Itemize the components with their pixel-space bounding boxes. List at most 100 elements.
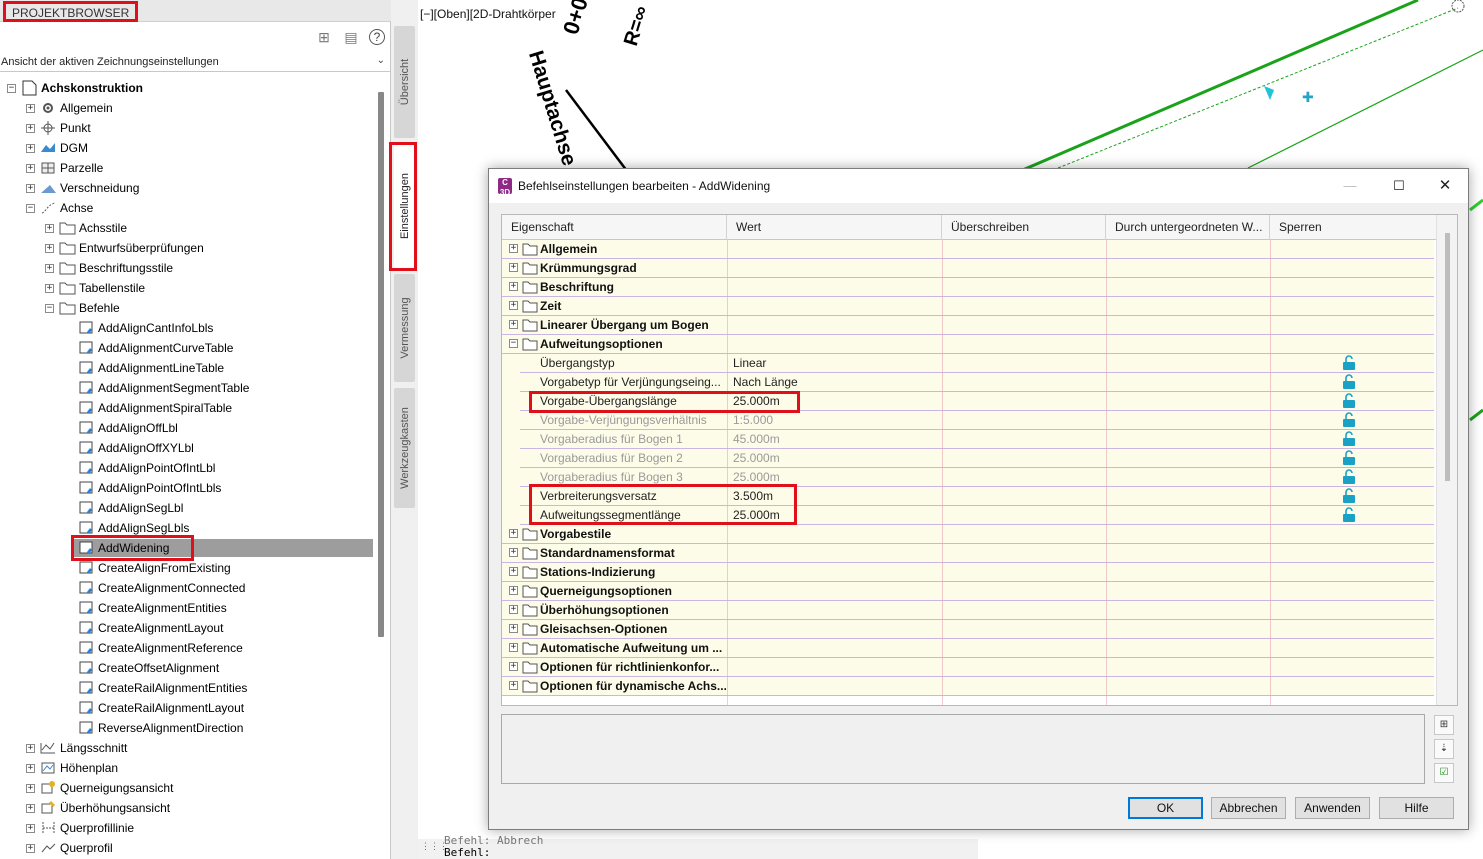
tree-root-achskonstruktion[interactable]: − Achskonstruktion [0, 78, 378, 98]
expand-toggle-icon[interactable]: + [509, 643, 518, 652]
tree-command-createoffsetalignment[interactable]: CreateOffsetAlignment [0, 658, 378, 678]
column-untergeordnet[interactable]: Durch untergeordneten W... [1106, 215, 1270, 240]
grid-scroll-thumb[interactable] [1445, 233, 1450, 481]
tree-item-achse[interactable]: − Achse [0, 198, 378, 218]
tree-command-createalignfromexisting[interactable]: CreateAlignFromExisting [0, 558, 378, 578]
tree-item-allgemein[interactable]: + Allgemein [0, 98, 378, 118]
expand-toggle-icon[interactable]: + [26, 844, 35, 853]
tree-command-createalignmententities[interactable]: CreateAlignmentEntities [0, 598, 378, 618]
property-value[interactable]: Nach Länge [733, 373, 938, 391]
property-value[interactable]: Linear [733, 354, 938, 372]
expand-toggle-icon[interactable]: + [509, 681, 518, 690]
category-row[interactable]: + Standardnamensformat [502, 544, 1434, 563]
property-value[interactable]: 25.000m [733, 449, 938, 467]
view-selector-dropdown[interactable]: Ansicht der aktiven Zeichnungseinstellun… [0, 52, 391, 72]
category-row[interactable]: + Querneigungsoptionen [502, 582, 1434, 601]
expand-toggle-icon[interactable]: + [26, 164, 35, 173]
category-row[interactable]: + Automatische Aufweitung um ... [502, 639, 1434, 658]
tree-command-reversealignmentdirection[interactable]: ReverseAlignmentDirection [0, 718, 378, 738]
viewport-label[interactable]: [−][Oben][2D-Drahtkörper [420, 7, 556, 21]
palette-scrollbar[interactable] [378, 92, 384, 637]
expand-toggle-icon[interactable]: + [26, 744, 35, 753]
ok-button[interactable]: OK [1128, 797, 1203, 819]
sort-categorized-icon[interactable]: ⊞ [1434, 715, 1454, 735]
category-row[interactable]: + Stations-Indizierung [502, 563, 1434, 582]
tree-command-createalignmentreference[interactable]: CreateAlignmentReference [0, 638, 378, 658]
expand-toggle-icon[interactable]: + [26, 124, 35, 133]
property-value[interactable]: 1:5.000 [733, 411, 938, 429]
expand-toggle-icon[interactable]: + [509, 605, 518, 614]
tree-item-4-after[interactable]: + Querprofillinie [0, 818, 378, 838]
property-value[interactable]: 45.000m [733, 430, 938, 448]
expand-toggle-icon[interactable]: + [509, 624, 518, 633]
expand-toggle-icon[interactable]: − [26, 204, 35, 213]
property-row[interactable]: Übergangstyp Linear [502, 354, 1434, 373]
expand-toggle-icon[interactable]: + [26, 104, 35, 113]
unlocked-icon[interactable] [1342, 507, 1356, 523]
unlocked-icon[interactable] [1342, 431, 1356, 447]
expand-toggle-icon[interactable]: + [26, 764, 35, 773]
property-row[interactable]: Vorgabetyp für Verjüngungseing... Nach Lä… [502, 373, 1434, 392]
tree-item-verschneidung[interactable]: + Verschneidung [0, 178, 378, 198]
property-row[interactable]: Vorgaberadius für Bogen 2 25.000m [502, 449, 1434, 468]
expand-toggle-icon[interactable]: + [26, 144, 35, 153]
minimize-icon[interactable]: — [1330, 175, 1370, 197]
tree-command-addaligncantinfolbls[interactable]: AddAlignCantInfoLbls [0, 318, 378, 338]
command-line[interactable]: ⋮⋮⋮ Befehl: Abbrech Befehl: [418, 834, 978, 859]
tree-folder-3[interactable]: + Tabellenstile [0, 278, 378, 298]
unlocked-icon[interactable] [1342, 469, 1356, 485]
tree-command-addalignmentlinetable[interactable]: AddAlignmentLineTable [0, 358, 378, 378]
expand-toggle-icon[interactable]: + [509, 662, 518, 671]
category-row[interactable]: + Linearer Übergang um Bogen [502, 316, 1434, 335]
expand-toggle-icon[interactable]: + [509, 567, 518, 576]
tree-command-addalignseglbl[interactable]: AddAlignSegLbl [0, 498, 378, 518]
tree-item-parzelle[interactable]: + Parzelle [0, 158, 378, 178]
tree-item-3-after[interactable]: + Überhöhungsansicht [0, 798, 378, 818]
tree-command-addalignofflbl[interactable]: AddAlignOffLbl [0, 418, 378, 438]
checkbox-icon[interactable]: ☑ [1434, 763, 1454, 783]
expand-toggle-icon[interactable]: − [7, 84, 16, 93]
category-row[interactable]: + Beschriftung [502, 278, 1434, 297]
category-row[interactable]: + Gleisachsen-Optionen [502, 620, 1434, 639]
expand-toggle-icon[interactable]: + [509, 320, 518, 329]
tree-command-createrailalignmententities[interactable]: CreateRailAlignmentEntities [0, 678, 378, 698]
expand-toggle-icon[interactable]: + [509, 263, 518, 272]
unlocked-icon[interactable] [1342, 374, 1356, 390]
tree-command-addalignpointofintlbls[interactable]: AddAlignPointOfIntLbls [0, 478, 378, 498]
category-row[interactable]: + Überhöhungsoptionen [502, 601, 1434, 620]
maximize-icon[interactable]: ☐ [1379, 175, 1419, 197]
tree-command-addalignpointofintlbl[interactable]: AddAlignPointOfIntLbl [0, 458, 378, 478]
expand-toggle-icon[interactable]: + [26, 824, 35, 833]
category-row[interactable]: + Allgemein [502, 240, 1434, 259]
expand-toggle-icon[interactable]: + [509, 548, 518, 557]
expand-toggle-icon[interactable]: + [509, 282, 518, 291]
unlocked-icon[interactable] [1342, 412, 1356, 428]
category-row[interactable]: + Vorgabestile [502, 525, 1434, 544]
tree-item-punkt[interactable]: + Punkt [0, 118, 378, 138]
tree-folder-2[interactable]: + Beschriftungsstile [0, 258, 378, 278]
tree-command-addalignmentcurvetable[interactable]: AddAlignmentCurveTable [0, 338, 378, 358]
tree-item-1-after[interactable]: + Höhenplan [0, 758, 378, 778]
tree-command-createrailalignmentlayout[interactable]: CreateRailAlignmentLayout [0, 698, 378, 718]
tree-item-5-after[interactable]: + Querprofil [0, 838, 378, 858]
tab-werkzeugkasten[interactable]: Werkzeugkasten [394, 388, 415, 508]
column-eigenschaft[interactable]: Eigenschaft [502, 215, 727, 240]
unlocked-icon[interactable] [1342, 450, 1356, 466]
tree-view-icon[interactable]: ⊞ [315, 28, 333, 46]
column-wert[interactable]: Wert [727, 215, 942, 240]
category-row[interactable]: + Optionen für dynamische Achs... [502, 677, 1434, 696]
sort-alpha-icon[interactable]: ⇣ [1434, 739, 1454, 759]
expand-toggle-icon[interactable]: − [509, 339, 518, 348]
tree-item-2-after[interactable]: + Querneigungsansicht [0, 778, 378, 798]
unlocked-icon[interactable] [1342, 393, 1356, 409]
column-ueberschreiben[interactable]: Überschreiben [942, 215, 1106, 240]
unlocked-icon[interactable] [1342, 488, 1356, 504]
apply-button[interactable]: Anwenden [1295, 797, 1370, 819]
unlocked-icon[interactable] [1342, 355, 1356, 371]
expand-toggle-icon[interactable]: − [45, 304, 54, 313]
tree-item-0-after[interactable]: + Längsschnitt [0, 738, 378, 758]
tree-folder-1[interactable]: + Entwurfsüberprüfungen [0, 238, 378, 258]
expand-toggle-icon[interactable]: + [45, 264, 54, 273]
tree-item-dgm[interactable]: + DGM [0, 138, 378, 158]
help-button[interactable]: Hilfe [1379, 797, 1454, 819]
